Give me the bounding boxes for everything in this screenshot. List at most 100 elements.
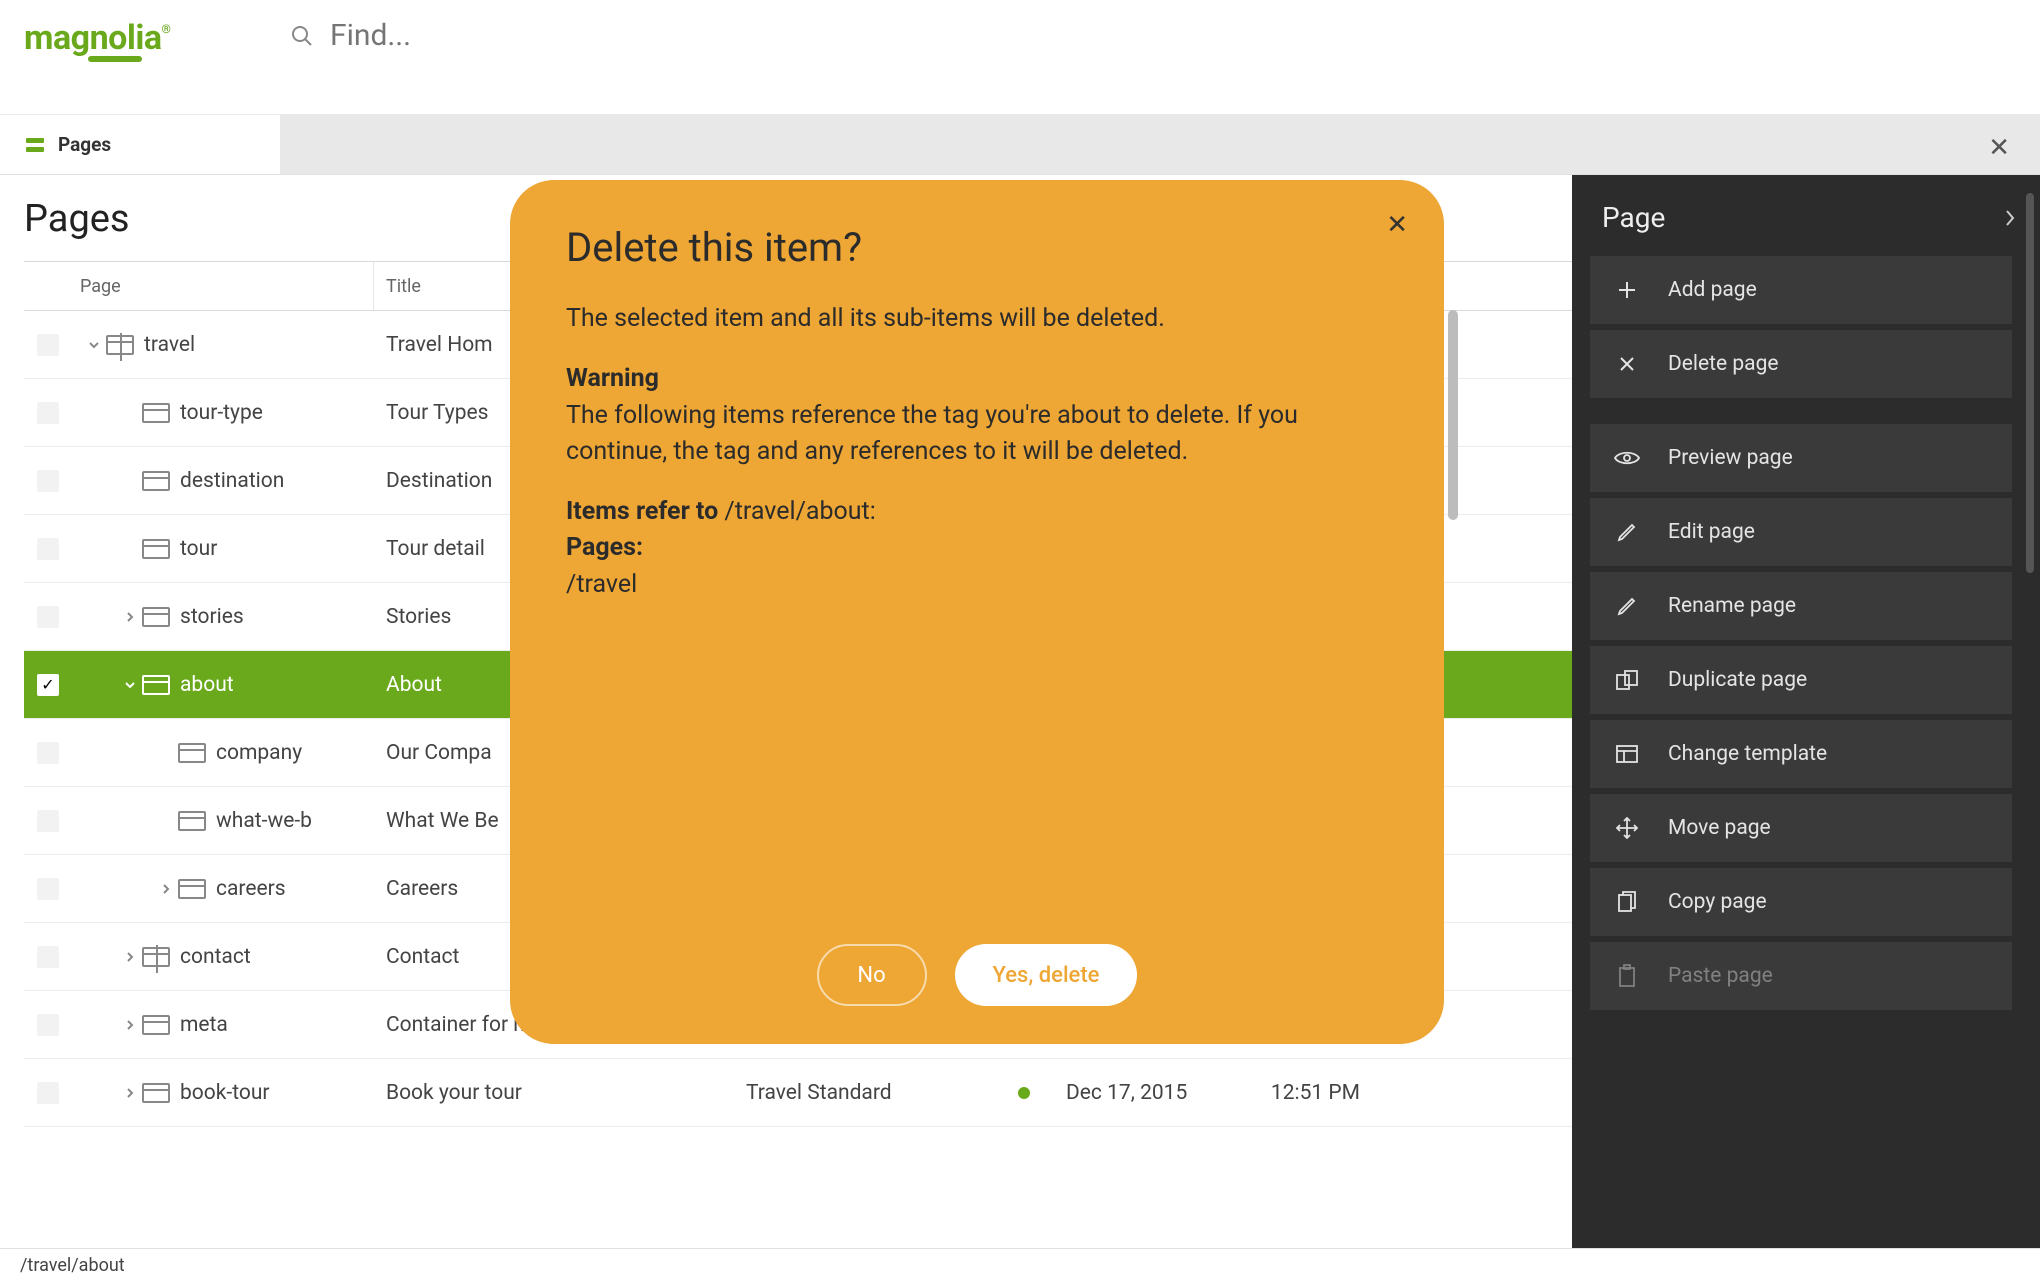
page-icon xyxy=(142,947,170,967)
yes-delete-button[interactable]: Yes, delete xyxy=(955,944,1138,1006)
row-name: about xyxy=(180,673,234,697)
chevron-right-icon[interactable] xyxy=(118,950,142,964)
row-name: tour-type xyxy=(180,401,263,425)
row-title: Book your tour xyxy=(374,1081,734,1105)
row-name: what-we-b xyxy=(216,809,312,833)
action-label: Edit page xyxy=(1668,520,1755,544)
page-icon xyxy=(142,539,170,559)
row-checkbox[interactable] xyxy=(37,810,59,832)
action-label: Paste page xyxy=(1668,964,1773,988)
row-checkbox[interactable] xyxy=(37,606,59,628)
pencil-icon xyxy=(1614,595,1640,617)
action-copy-page[interactable]: Copy page xyxy=(1590,868,2012,936)
col-header-page[interactable]: Page xyxy=(72,262,374,310)
action-delete-page[interactable]: Delete page xyxy=(1590,330,2012,398)
action-add-page[interactable]: Add page xyxy=(1590,256,2012,324)
status-dot-icon xyxy=(1018,1087,1030,1099)
template-icon xyxy=(1614,744,1640,764)
dialog-warning-label: Warning xyxy=(566,364,659,393)
action-preview-page[interactable]: Preview page xyxy=(1590,424,2012,492)
action-edit-page[interactable]: Edit page xyxy=(1590,498,2012,566)
page-icon xyxy=(142,1015,170,1035)
row-name: contact xyxy=(180,945,251,969)
x-icon xyxy=(1614,354,1640,374)
row-name: company xyxy=(216,741,302,765)
page-icon xyxy=(178,879,206,899)
chevron-right-icon[interactable] xyxy=(118,610,142,624)
duplicate-icon xyxy=(1614,669,1640,691)
row-date: Dec 17, 2015 xyxy=(1054,1081,1254,1105)
dialog-refer-path: /travel/about: xyxy=(724,497,875,526)
row-name: travel xyxy=(144,333,195,357)
pencil-icon xyxy=(1614,521,1640,543)
brand-name: magnolia xyxy=(24,18,162,58)
dialog-scrollbar[interactable] xyxy=(1448,310,1458,520)
row-name: meta xyxy=(180,1013,228,1037)
action-panel-header[interactable]: Page xyxy=(1590,193,2040,256)
row-name: book-tour xyxy=(180,1081,270,1105)
row-name: stories xyxy=(180,605,244,629)
action-paste-page: Paste page xyxy=(1590,942,2012,1010)
page-icon xyxy=(142,607,170,627)
chevron-right-icon[interactable] xyxy=(154,882,178,896)
chevron-right-icon[interactable] xyxy=(118,1086,142,1100)
search-input[interactable] xyxy=(330,18,2040,53)
breadcrumb-path: /travel/about xyxy=(20,1255,125,1276)
scrollbar-indicator[interactable] xyxy=(2026,193,2034,573)
row-checkbox[interactable] xyxy=(37,1082,59,1104)
page-icon xyxy=(142,471,170,491)
chevron-right-icon xyxy=(2004,208,2016,228)
action-panel: Page Add page Delete page Preview page Edit… xyxy=(1572,175,2040,1248)
chevron-down-icon[interactable] xyxy=(118,678,142,692)
chevron-down-icon[interactable] xyxy=(82,338,106,352)
dialog-title: Delete this item? xyxy=(566,224,1388,271)
action-rename-page[interactable]: Rename page xyxy=(1590,572,2012,640)
page-icon xyxy=(178,811,206,831)
row-checkbox[interactable] xyxy=(37,538,59,560)
action-label: Preview page xyxy=(1668,446,1793,470)
row-name: tour xyxy=(180,537,217,561)
row-checkbox[interactable] xyxy=(37,878,59,900)
dialog-body: The selected item and all its sub-items … xyxy=(566,301,1388,603)
app-tab-label: Pages xyxy=(58,133,111,156)
page-icon xyxy=(178,743,206,763)
no-button[interactable]: No xyxy=(817,944,927,1006)
pages-app-icon xyxy=(26,138,44,152)
dialog-warning-text: The following items reference the tag yo… xyxy=(566,401,1298,466)
page-icon xyxy=(142,675,170,695)
move-icon xyxy=(1614,816,1640,840)
row-status xyxy=(994,1087,1054,1099)
dialog-pages-label: Pages: xyxy=(566,533,643,562)
table-row[interactable]: book-tourBook your tourTravel StandardDe… xyxy=(24,1059,1572,1127)
close-icon[interactable]: ✕ xyxy=(1988,133,2010,163)
row-checkbox[interactable]: ✓ xyxy=(37,674,59,696)
action-move-page[interactable]: Move page xyxy=(1590,794,2012,862)
dialog-close-icon[interactable]: ✕ xyxy=(1386,210,1408,240)
dialog-intro: The selected item and all its sub-items … xyxy=(566,301,1388,337)
sub-header: Pages ✕ xyxy=(0,115,2040,175)
row-name: destination xyxy=(180,469,284,493)
app-tab[interactable]: Pages xyxy=(0,115,280,174)
row-checkbox[interactable] xyxy=(37,1014,59,1036)
dialog-buttons: No Yes, delete xyxy=(510,944,1444,1006)
dialog-pages-item: /travel xyxy=(566,570,637,599)
brand-reg: ® xyxy=(162,22,171,36)
search-area xyxy=(280,0,2040,53)
copy-icon xyxy=(1614,890,1640,914)
action-duplicate-page[interactable]: Duplicate page xyxy=(1590,646,2012,714)
action-change-template[interactable]: Change template xyxy=(1590,720,2012,788)
brand-logo: magnolia® xyxy=(0,0,280,80)
row-checkbox[interactable] xyxy=(37,402,59,424)
eye-icon xyxy=(1614,449,1640,467)
row-checkbox[interactable] xyxy=(37,946,59,968)
dialog-refer-label: Items refer to xyxy=(566,497,718,526)
chevron-right-icon[interactable] xyxy=(118,1018,142,1032)
action-list: Add page Delete page Preview page Edit page… xyxy=(1590,256,2040,1010)
row-checkbox[interactable] xyxy=(37,742,59,764)
row-checkbox[interactable] xyxy=(37,470,59,492)
action-label: Add page xyxy=(1668,278,1757,302)
tab-bar xyxy=(280,115,2040,174)
page-icon xyxy=(142,403,170,423)
page-icon xyxy=(106,335,134,355)
row-checkbox[interactable] xyxy=(37,334,59,356)
